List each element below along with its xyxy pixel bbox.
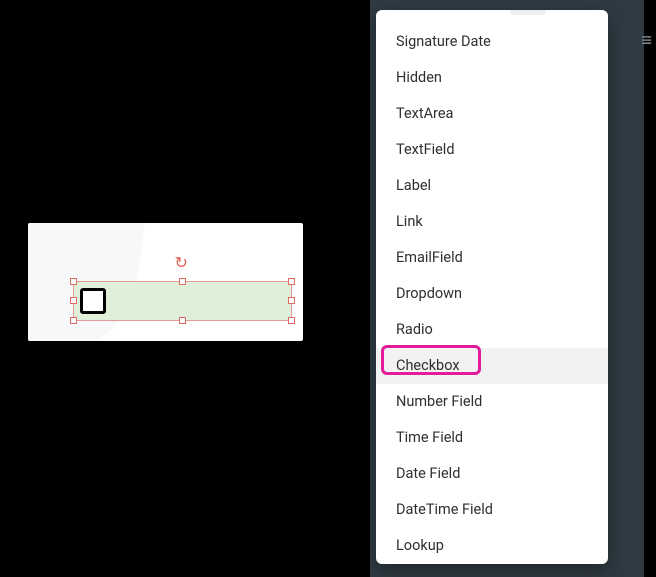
field-type-option[interactable]: Hidden: [376, 60, 608, 96]
properties-side-panel: ≡ D Signature DateHiddenTextAreaTextFiel…: [370, 0, 644, 577]
resize-handle-bottom-left[interactable]: [70, 317, 77, 324]
field-type-dropdown[interactable]: Signature DateHiddenTextAreaTextFieldLab…: [376, 10, 608, 564]
field-type-option[interactable]: DateTime Field: [376, 492, 608, 528]
canvas-preview[interactable]: ↻: [28, 223, 303, 341]
checkbox-icon: [80, 288, 106, 314]
resize-handle-bottom-right[interactable]: [288, 317, 295, 324]
field-type-option[interactable]: EmailField: [376, 240, 608, 276]
field-type-option[interactable]: TextArea: [376, 96, 608, 132]
field-type-option[interactable]: Number Field: [376, 384, 608, 420]
resize-handle-bottom-middle[interactable]: [179, 317, 186, 324]
field-type-option[interactable]: Lookup: [376, 528, 608, 564]
field-type-option[interactable]: Signature Date: [376, 24, 608, 60]
field-type-option[interactable]: Checkbox: [376, 348, 608, 384]
field-type-option[interactable]: Dropdown: [376, 276, 608, 312]
field-type-option[interactable]: TextField: [376, 132, 608, 168]
resize-handle-top-right[interactable]: [288, 278, 295, 285]
menu-icon[interactable]: ≡: [641, 30, 652, 51]
selected-checkbox-field[interactable]: ↻: [73, 281, 292, 321]
field-type-option[interactable]: Date Field: [376, 456, 608, 492]
field-type-option[interactable]: Radio: [376, 312, 608, 348]
resize-handle-top-middle[interactable]: [179, 278, 186, 285]
rotate-handle-icon[interactable]: ↻: [175, 255, 191, 271]
field-type-option[interactable]: Time Field: [376, 420, 608, 456]
resize-handle-middle-left[interactable]: [70, 297, 77, 304]
resize-handle-top-left[interactable]: [70, 278, 77, 285]
field-type-option[interactable]: Link: [376, 204, 608, 240]
field-type-list: Signature DateHiddenTextAreaTextFieldLab…: [376, 24, 608, 564]
field-type-option[interactable]: Label: [376, 168, 608, 204]
dropdown-notch: [510, 10, 546, 15]
resize-handle-middle-right[interactable]: [288, 297, 295, 304]
